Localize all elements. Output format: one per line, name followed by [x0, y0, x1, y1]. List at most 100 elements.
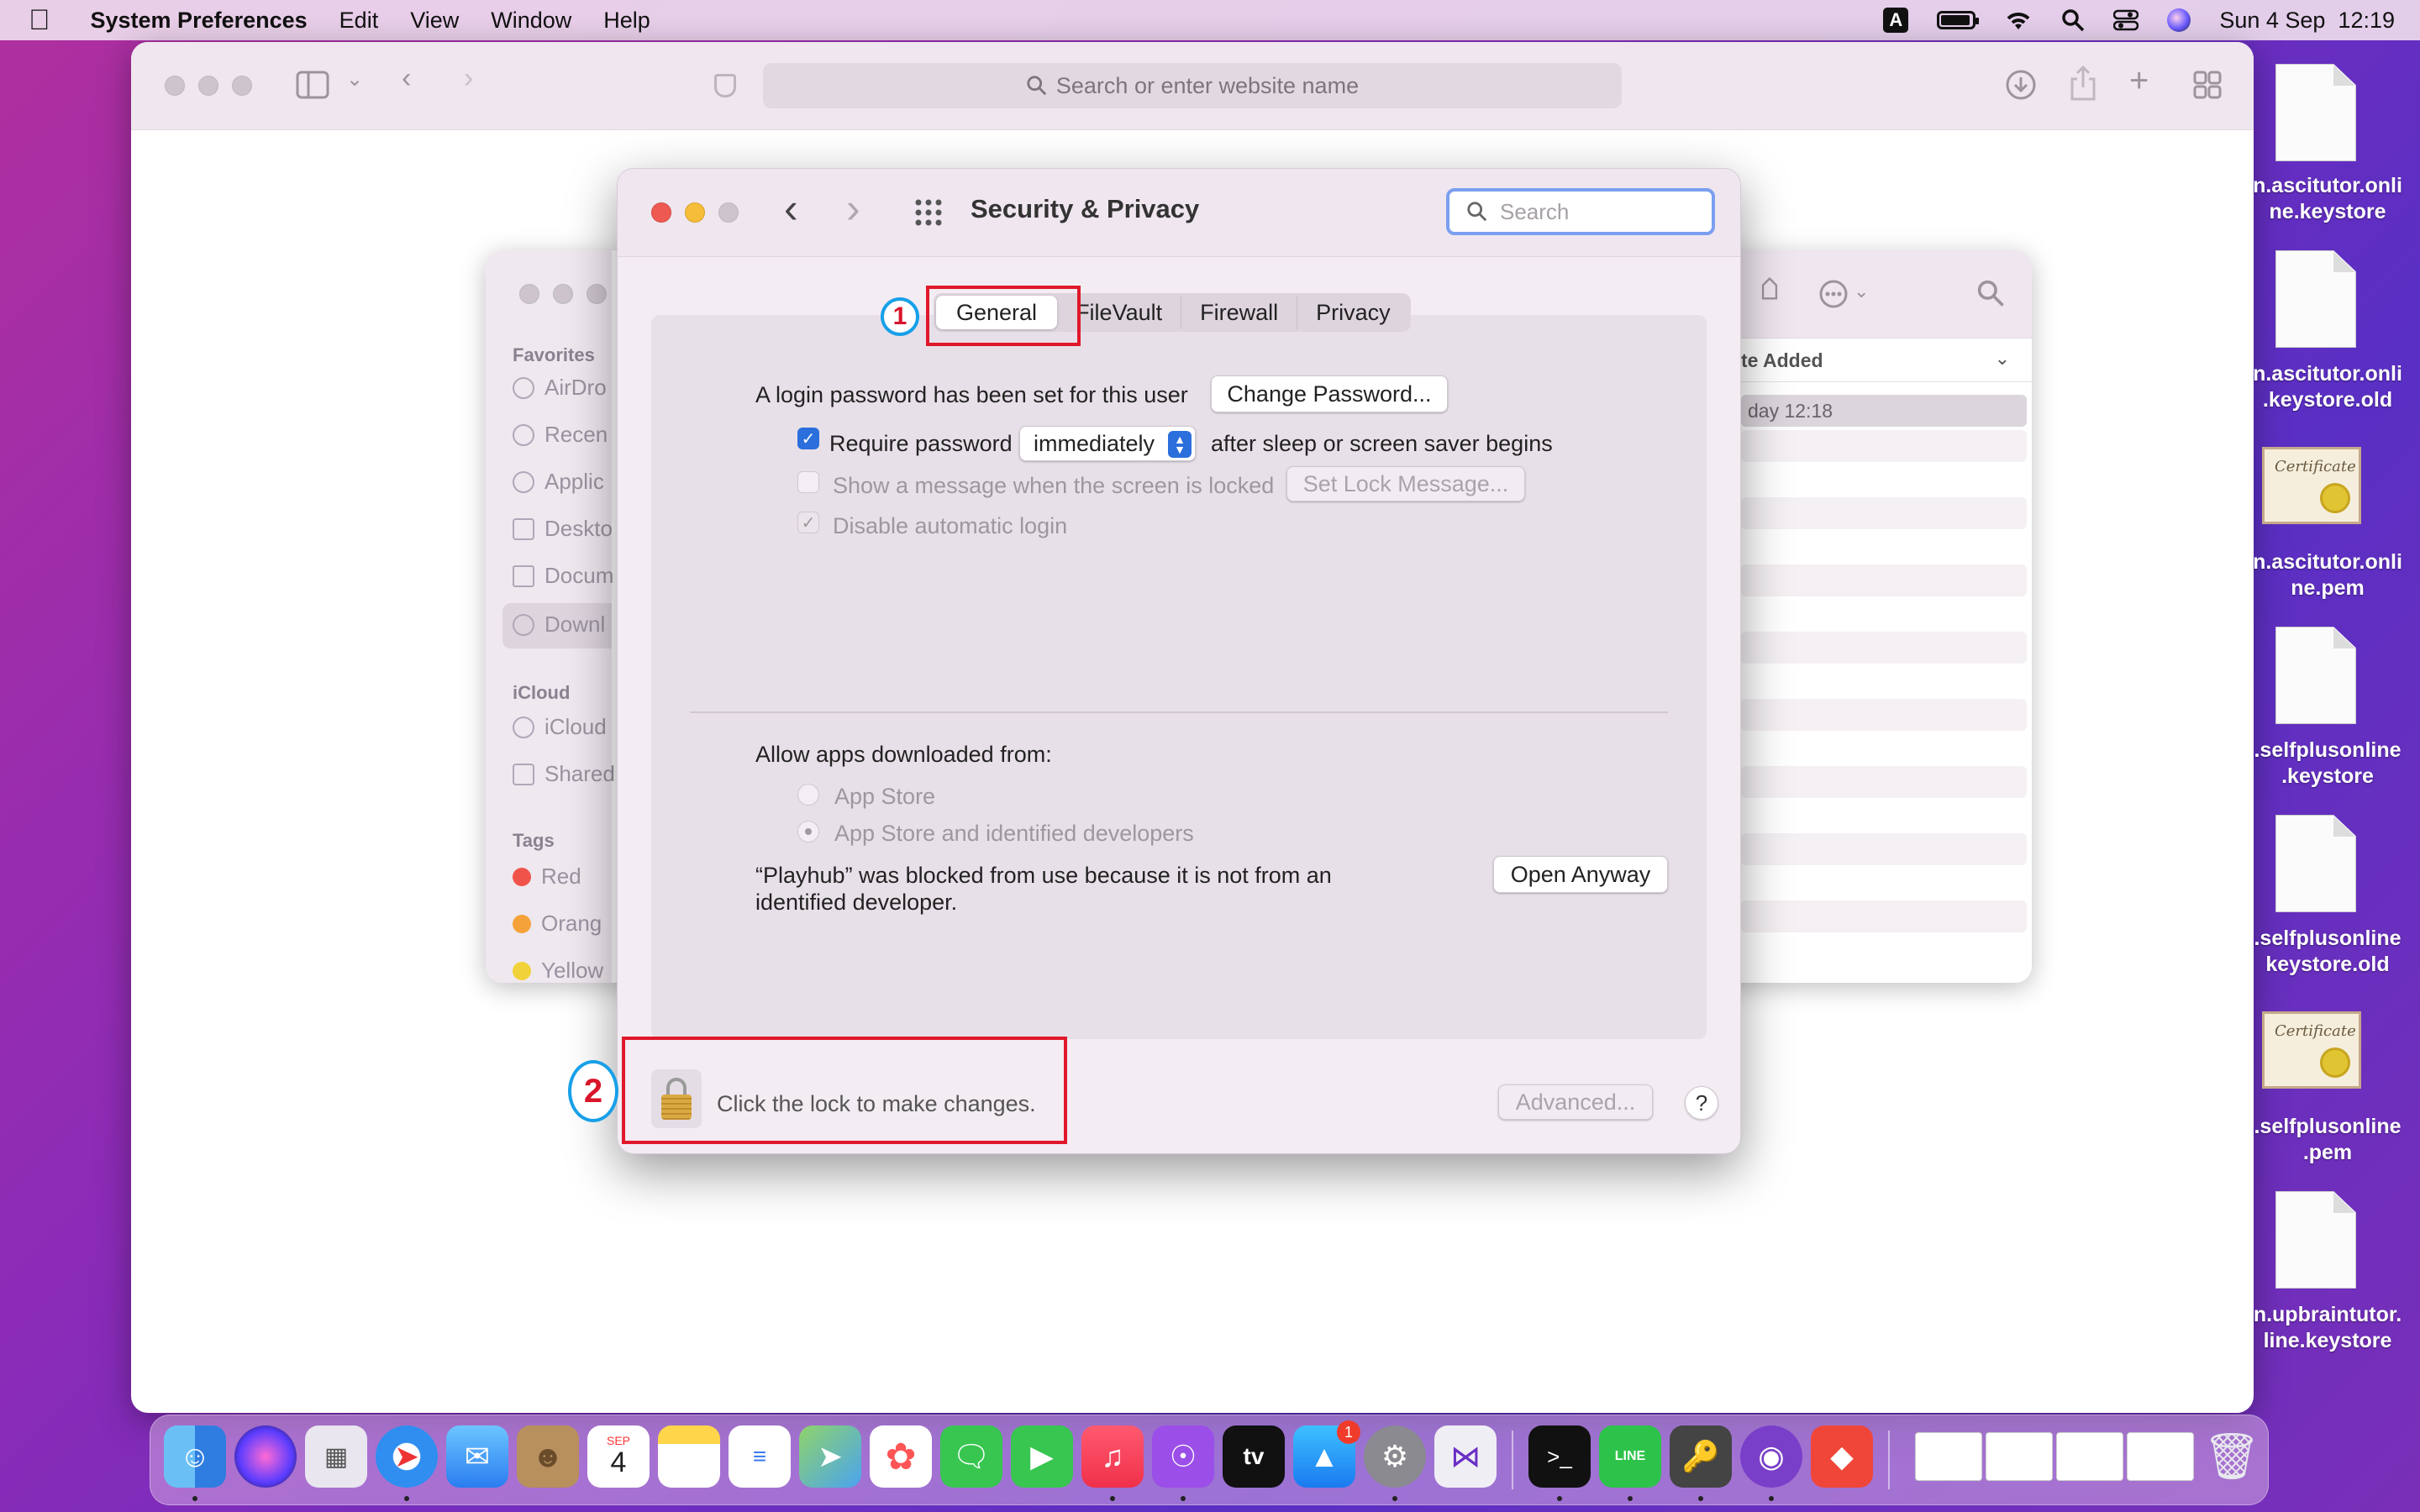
- desktop-file-label[interactable]: n.ascitutor.onli .keystore.old: [2235, 361, 2420, 413]
- app-store-icon[interactable]: ▲ 1: [1293, 1420, 1360, 1488]
- menu-app-name[interactable]: System Preferences: [91, 8, 308, 34]
- system-preferences-icon[interactable]: ⚙: [1364, 1425, 1426, 1488]
- file-row[interactable]: [1741, 766, 2027, 798]
- launchpad-icon[interactable]: ▦: [305, 1425, 367, 1488]
- reminders-icon[interactable]: ≡: [729, 1425, 791, 1488]
- minimized-window-thumbnail[interactable]: [2056, 1432, 2123, 1481]
- facetime-icon[interactable]: ▶: [1011, 1425, 1073, 1488]
- tab-firewall[interactable]: Firewall: [1181, 296, 1297, 329]
- file-row[interactable]: [1741, 497, 2027, 529]
- finder-minimize-button[interactable]: [553, 284, 573, 304]
- minimized-window-thumbnail[interactable]: [1986, 1432, 2053, 1481]
- anydesk-icon[interactable]: ◆: [1811, 1425, 1873, 1488]
- column-header[interactable]: te Added ⌄: [1738, 339, 2032, 382]
- forward-arrow-icon[interactable]: ›: [846, 184, 860, 233]
- browser-close-button[interactable]: [165, 76, 185, 96]
- tab-privacy[interactable]: Privacy: [1297, 296, 1409, 329]
- sidebar-tag-orange[interactable]: Orang: [513, 911, 602, 937]
- photos-icon[interactable]: ✿: [870, 1425, 932, 1488]
- browser-zoom-button[interactable]: [232, 76, 252, 96]
- privacy-shield-icon[interactable]: [714, 74, 736, 97]
- prefs-minimize-button[interactable]: [685, 202, 705, 223]
- file-row[interactable]: [1741, 833, 2027, 865]
- file-row[interactable]: [1741, 564, 2027, 596]
- keychain-access-icon[interactable]: 🔑: [1670, 1425, 1732, 1488]
- sidebar-item-shared[interactable]: Shared: [513, 761, 615, 787]
- file-row[interactable]: [1741, 632, 2027, 664]
- github-desktop-icon[interactable]: ◉: [1740, 1425, 1802, 1488]
- tag-icon[interactable]: [1754, 277, 1785, 307]
- tab-overview-icon[interactable]: [2193, 71, 2222, 99]
- battery-icon[interactable]: [1937, 11, 1980, 29]
- desktop-file-label[interactable]: n.upbraintutor. line.keystore: [2235, 1302, 2420, 1354]
- music-icon[interactable]: ♫: [1081, 1425, 1144, 1488]
- sidebar-toggle-icon[interactable]: [296, 71, 329, 99]
- menu-datetime[interactable]: Sun 4 Sep 12:19: [2219, 8, 2395, 34]
- maps-icon[interactable]: ➤: [799, 1425, 861, 1488]
- finder-icon[interactable]: ☺: [164, 1425, 226, 1488]
- sidebar-item-documents[interactable]: Docum: [513, 563, 613, 589]
- mail-icon[interactable]: ✉: [446, 1425, 508, 1488]
- contacts-icon[interactable]: ☻: [517, 1425, 579, 1488]
- siri-icon[interactable]: [234, 1425, 297, 1488]
- sidebar-tag-yellow[interactable]: Yellow: [513, 958, 603, 983]
- apple-menu-icon[interactable]: : [29, 4, 50, 37]
- desktop-file-icon[interactable]: [2275, 1191, 2356, 1289]
- prefs-search-field[interactable]: Search: [1446, 188, 1715, 235]
- safari-icon[interactable]: ➤: [376, 1425, 438, 1488]
- back-arrow-icon[interactable]: ‹: [784, 184, 798, 233]
- advanced-button[interactable]: Advanced...: [1498, 1084, 1653, 1120]
- menu-help[interactable]: Help: [603, 8, 650, 34]
- show-all-grid-icon[interactable]: [913, 197, 944, 228]
- radio-identified-developers[interactable]: [797, 821, 819, 843]
- sidebar-item-airdrop[interactable]: AirDro: [513, 375, 607, 401]
- siri-icon[interactable]: [2167, 8, 2191, 32]
- more-actions-icon[interactable]: [1818, 279, 1849, 309]
- wifi-icon[interactable]: [2004, 9, 2033, 31]
- file-row[interactable]: [1741, 699, 2027, 731]
- podcasts-icon[interactable]: ☉: [1152, 1425, 1214, 1488]
- apple-tv-icon[interactable]: tv: [1223, 1425, 1285, 1488]
- menu-window[interactable]: Window: [491, 8, 571, 34]
- show-message-checkbox[interactable]: [797, 471, 819, 493]
- control-center-icon[interactable]: [2113, 9, 2139, 31]
- visual-studio-icon[interactable]: ⋈: [1434, 1425, 1497, 1488]
- prefs-close-button[interactable]: [651, 202, 671, 223]
- new-tab-icon[interactable]: +: [2129, 62, 2149, 100]
- require-password-delay-select[interactable]: immediately ▲ ▼: [1019, 426, 1196, 461]
- sidebar-item-applications[interactable]: Applic: [513, 469, 604, 495]
- open-anyway-button[interactable]: Open Anyway: [1493, 856, 1668, 893]
- desktop-file-label[interactable]: n.ascitutor.onli ne.pem: [2235, 549, 2420, 601]
- messages-icon[interactable]: 🗨: [940, 1425, 1002, 1488]
- address-bar[interactable]: Search or enter website name: [763, 63, 1622, 108]
- change-password-button[interactable]: Change Password...: [1211, 375, 1448, 412]
- set-lock-message-button[interactable]: Set Lock Message...: [1286, 466, 1525, 501]
- desktop-file-label[interactable]: n.ascitutor.onli ne.keystore: [2235, 173, 2420, 225]
- desktop-file-label[interactable]: .selfplusonline .keystore: [2235, 738, 2420, 790]
- desktop-file-label[interactable]: .selfplusonline .pem: [2235, 1114, 2420, 1166]
- terminal-icon[interactable]: >_: [1528, 1425, 1591, 1488]
- menu-edit[interactable]: Edit: [339, 8, 379, 34]
- chevron-down-icon[interactable]: ⌄: [1854, 281, 1869, 302]
- sidebar-item-icloud[interactable]: iCloud: [513, 714, 607, 740]
- desktop-file-icon[interactable]: [2275, 627, 2356, 724]
- input-source-icon[interactable]: A: [1883, 8, 1909, 33]
- help-button[interactable]: ?: [1685, 1086, 1718, 1120]
- disable-auto-login-checkbox[interactable]: ✓: [797, 512, 819, 533]
- downloads-icon[interactable]: [2005, 69, 2037, 101]
- finder-zoom-button[interactable]: [587, 284, 607, 304]
- desktop-file-icon[interactable]: [2275, 815, 2356, 912]
- sidebar-tag-red[interactable]: Red: [513, 864, 581, 890]
- certificate-icon[interactable]: Certificate: [2262, 1011, 2361, 1089]
- sidebar-item-recents[interactable]: Recen: [513, 422, 608, 448]
- sidebar-item-desktop[interactable]: Deskto: [513, 516, 613, 542]
- spotlight-icon[interactable]: [2061, 8, 2085, 32]
- prefs-zoom-button[interactable]: [718, 202, 739, 223]
- sidebar-item-downloads[interactable]: Downl: [513, 612, 605, 638]
- line-icon[interactable]: LINE: [1599, 1425, 1661, 1488]
- desktop-file-icon[interactable]: [2275, 250, 2356, 348]
- share-icon[interactable]: [2069, 66, 2097, 101]
- trash-icon[interactable]: 🗑: [2201, 1425, 2263, 1488]
- file-row[interactable]: [1741, 900, 2027, 932]
- chevron-down-icon[interactable]: ⌄: [346, 67, 363, 92]
